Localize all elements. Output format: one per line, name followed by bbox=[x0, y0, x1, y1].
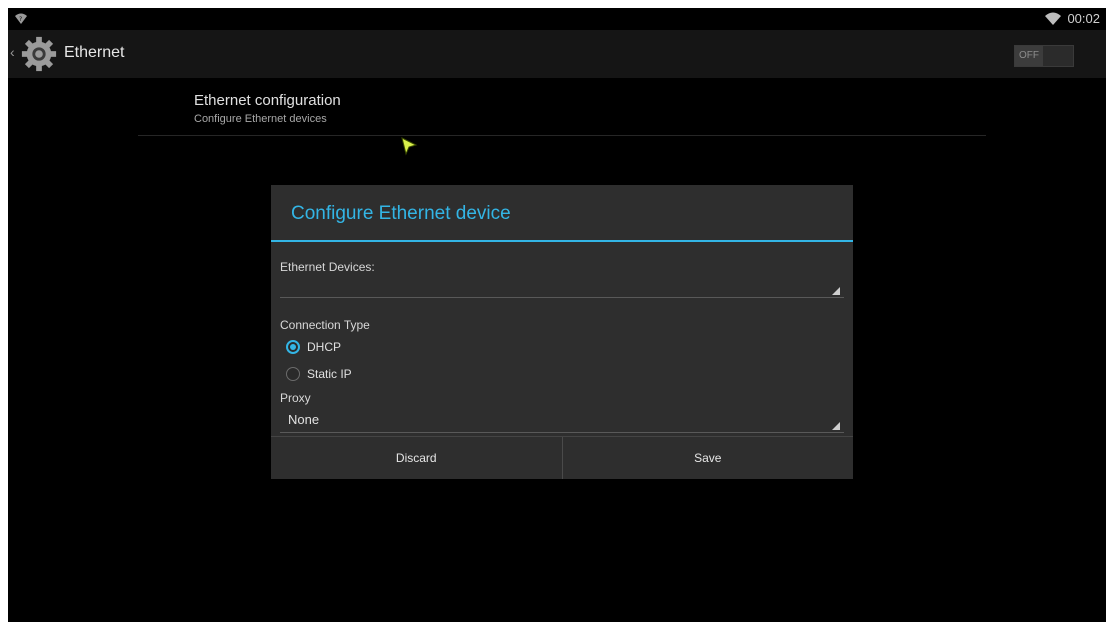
ethernet-devices-spinner[interactable] bbox=[280, 275, 844, 298]
radio-checked-icon[interactable] bbox=[286, 340, 300, 354]
action-bar: ‹ Ethernet OFF bbox=[8, 30, 1106, 78]
pref-title: Ethernet configuration bbox=[194, 92, 341, 109]
ethernet-devices-label: Ethernet Devices: bbox=[280, 260, 375, 274]
radio-dhcp[interactable]: DHCP bbox=[286, 337, 341, 357]
proxy-value: None bbox=[288, 412, 320, 427]
svg-text:?: ? bbox=[19, 16, 22, 23]
wifi-question-icon: ? bbox=[15, 13, 27, 24]
ethernet-configuration-item[interactable]: Ethernet configuration Configure Etherne… bbox=[138, 80, 986, 136]
pref-summary: Configure Ethernet devices bbox=[194, 113, 327, 125]
status-time: 00:02 bbox=[1067, 11, 1100, 26]
dropdown-corner-icon bbox=[832, 287, 840, 295]
chevron-left-icon[interactable]: ‹ bbox=[10, 44, 15, 60]
screen: ? 00:02 ‹ Ethernet OFF Ethernet configur… bbox=[8, 8, 1106, 622]
configure-ethernet-dialog: Configure Ethernet device Ethernet Devic… bbox=[271, 185, 853, 479]
wifi-icon bbox=[1045, 12, 1062, 25]
save-button[interactable]: Save bbox=[562, 437, 853, 479]
connection-type-label: Connection Type bbox=[280, 318, 370, 332]
cursor-icon bbox=[401, 137, 418, 156]
radio-static-ip[interactable]: Static IP bbox=[286, 364, 352, 384]
radio-unchecked-icon[interactable] bbox=[286, 367, 300, 381]
radio-dhcp-label: DHCP bbox=[307, 340, 342, 354]
discard-button[interactable]: Discard bbox=[271, 437, 563, 479]
status-bar: ? 00:02 bbox=[8, 8, 1106, 30]
dialog-title: Configure Ethernet device bbox=[291, 203, 511, 224]
proxy-label: Proxy bbox=[280, 391, 311, 405]
proxy-spinner[interactable]: None bbox=[280, 410, 844, 433]
dropdown-corner-icon bbox=[832, 422, 840, 430]
dialog-button-bar: Discard Save bbox=[271, 436, 853, 479]
radio-static-ip-label: Static IP bbox=[307, 367, 352, 381]
gear-icon[interactable] bbox=[20, 35, 58, 73]
toggle-label: OFF bbox=[1015, 46, 1043, 66]
status-right: 00:02 bbox=[1045, 11, 1100, 26]
ethernet-toggle[interactable]: OFF bbox=[1014, 45, 1074, 67]
dialog-title-divider bbox=[271, 240, 853, 242]
page-title: Ethernet bbox=[64, 44, 125, 61]
